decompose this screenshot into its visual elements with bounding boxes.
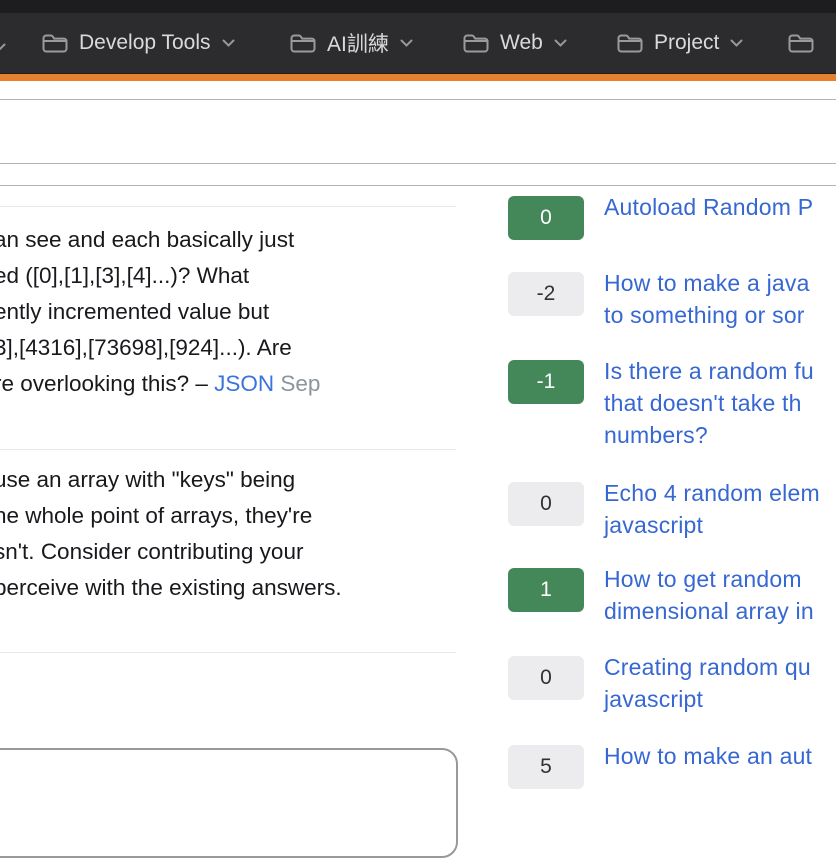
header-divider xyxy=(0,185,836,186)
comment-divider xyxy=(0,652,456,653)
bookmark-folder-label: AI訓練 xyxy=(327,28,389,58)
folder-icon xyxy=(617,34,643,53)
related-question-line: How to make an aut xyxy=(604,740,812,772)
comment-line: perceive with the existing answers. xyxy=(0,570,474,606)
related-question-line: that doesn't take th xyxy=(604,387,814,419)
comment-text: he whole point of arrays, they're xyxy=(0,503,312,528)
comment-text: use an array with "keys" being xyxy=(0,467,295,492)
comment-line: ed ([0],[1],[3],[4]...)? What xyxy=(0,258,474,294)
vote-count-badge: -1 xyxy=(508,360,584,404)
page-orange-accent-bar xyxy=(0,74,836,81)
related-question-line: numbers? xyxy=(604,419,814,451)
related-question-row: -1 Is there a random futhat doesn't take … xyxy=(508,355,836,473)
bookmark-folder-4[interactable]: Project xyxy=(617,13,743,73)
related-question-line: javascript xyxy=(604,509,820,541)
comment-divider xyxy=(0,449,456,450)
related-question-line: Echo 4 random elem xyxy=(604,477,820,509)
comment-line: 3],[4316],[73698],[924]...). Are xyxy=(0,330,474,366)
comment-text: an see and each basically just xyxy=(0,227,294,252)
comment-line: ently incremented value but xyxy=(0,294,474,330)
comment: an see and each basically just ed ([0],[1… xyxy=(0,222,474,402)
related-question-line: dimensional array in xyxy=(604,595,814,627)
chevron-down-icon xyxy=(730,39,743,48)
related-question-line: How to make a java xyxy=(604,267,810,299)
comment-text: sn't. Consider contributing your xyxy=(0,539,303,564)
comment-line: he whole point of arrays, they're xyxy=(0,498,474,534)
related-question-line: How to get random xyxy=(604,563,814,595)
related-question-line: Is there a random fu xyxy=(604,355,814,387)
comment-text: ed ([0],[1],[3],[4]...)? What xyxy=(0,263,249,288)
comment-input-box[interactable] xyxy=(0,748,458,858)
comment-line: sn't. Consider contributing your xyxy=(0,534,474,570)
related-question-link[interactable]: How to make a javato something or sor xyxy=(604,267,810,331)
chevron-down-icon xyxy=(222,39,235,48)
comment-text: perceive with the existing answers. xyxy=(0,575,342,600)
bookmark-folder-2[interactable]: AI訓練 xyxy=(290,13,413,73)
browser-window: { "bookmarks_bar": { "items": [ {"label"… xyxy=(0,0,836,760)
related-question-link[interactable]: How to make an aut xyxy=(604,740,812,772)
comment-line: an see and each basically just xyxy=(0,222,474,258)
related-question-row: 5 How to make an aut xyxy=(508,740,836,794)
vote-count-badge: 0 xyxy=(508,482,584,526)
bookmark-folder-label: Project xyxy=(654,31,719,55)
chevron-down-icon xyxy=(554,39,567,48)
comment-divider xyxy=(0,206,456,207)
comment-text: 3],[4316],[73698],[924]...). Are xyxy=(0,335,292,360)
related-question-line: Creating random qu xyxy=(604,651,811,683)
related-question-link[interactable]: How to get randomdimensional array in xyxy=(604,563,814,627)
vote-count-badge: 5 xyxy=(508,745,584,789)
header-divider xyxy=(0,99,836,100)
related-question-row: 0 Creating random qujavascript xyxy=(508,651,836,737)
bookmark-folder-3[interactable]: Web xyxy=(463,13,567,73)
folder-icon xyxy=(42,34,68,53)
related-question-line: to something or sor xyxy=(604,299,810,331)
vote-count-badge: 0 xyxy=(508,656,584,700)
comment-text: ently incremented value but xyxy=(0,299,269,324)
chevron-down-icon xyxy=(0,39,6,57)
folder-icon xyxy=(788,34,814,53)
related-question-row: 0 Autoload Random P xyxy=(508,191,836,245)
bookmark-folder-label: Web xyxy=(500,31,543,55)
bookmark-folder-1[interactable]: Develop Tools xyxy=(42,13,235,73)
comment-line: use an array with "keys" being xyxy=(0,462,474,498)
bookmark-folder-5[interactable] xyxy=(788,13,814,73)
folder-icon xyxy=(290,34,316,53)
related-question-row: 0 Echo 4 random elemjavascript xyxy=(508,477,836,563)
chevron-down-icon xyxy=(400,39,413,48)
related-question-row: 1 How to get randomdimensional array in xyxy=(508,563,836,649)
related-question-link[interactable]: Echo 4 random elemjavascript xyxy=(604,477,820,541)
related-question-line: Autoload Random P xyxy=(604,191,813,223)
comment-date: Sep xyxy=(274,371,320,396)
folder-icon xyxy=(463,34,489,53)
comment-line: re overlooking this? – JSON Sep xyxy=(0,366,474,402)
browser-tab-strip xyxy=(0,0,836,13)
related-question-link[interactable]: Is there a random futhat doesn't take th… xyxy=(604,355,814,451)
vote-count-badge: 1 xyxy=(508,568,584,612)
comment: use an array with "keys" being he whole p… xyxy=(0,462,474,606)
header-divider xyxy=(0,163,836,164)
related-question-line: javascript xyxy=(604,683,811,715)
bookmark-folder-label: Develop Tools xyxy=(79,31,211,55)
vote-count-badge: -2 xyxy=(508,272,584,316)
vote-count-badge: 0 xyxy=(508,196,584,240)
commenter-link[interactable]: JSON xyxy=(214,371,274,396)
related-question-link[interactable]: Creating random qujavascript xyxy=(604,651,811,715)
bookmarks-bar: Develop Tools AI訓練 Web Project xyxy=(0,13,836,74)
comment-text: re overlooking this? – xyxy=(0,371,214,396)
related-question-link[interactable]: Autoload Random P xyxy=(604,191,813,223)
related-question-row: -2 How to make a javato something or sor xyxy=(508,267,836,353)
